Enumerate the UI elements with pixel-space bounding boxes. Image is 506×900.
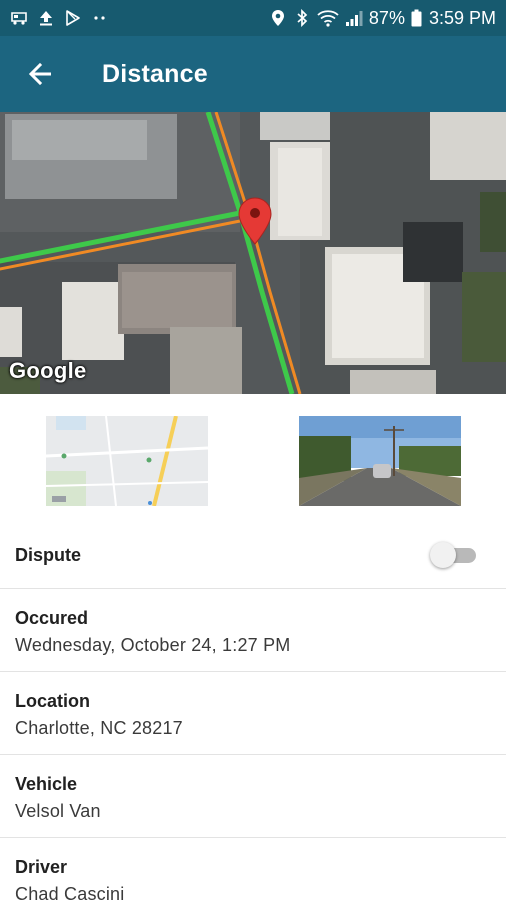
vehicle-value: Velsol Van xyxy=(15,801,101,821)
battery-percent: 87% xyxy=(368,7,405,28)
signal-icon xyxy=(345,9,363,27)
status-left-icons xyxy=(10,9,109,27)
more-dots-icon xyxy=(91,9,109,27)
location-value: Charlotte, NC 28217 xyxy=(15,718,183,738)
wifi-icon xyxy=(317,9,339,27)
map-imagery xyxy=(0,112,506,394)
arrow-left-icon xyxy=(28,63,52,85)
thumbnail-strip xyxy=(0,394,506,522)
dispute-row: Dispute xyxy=(0,522,506,589)
driver-label: Driver xyxy=(15,857,68,877)
driver-row: Driver Chad Cascini xyxy=(0,838,506,900)
dispute-toggle[interactable] xyxy=(430,541,478,569)
vehicle-label: Vehicle xyxy=(15,774,78,794)
battery-icon xyxy=(411,9,423,27)
street-photo-thumbnail[interactable] xyxy=(299,416,461,506)
vehicle-row: Vehicle Velsol Van xyxy=(0,755,506,838)
occured-row: Occured Wednesday, October 24, 1:27 PM xyxy=(0,589,506,672)
location-label: Location xyxy=(15,691,90,711)
status-bar: 87% 3:59 PM xyxy=(0,0,506,36)
page-title: Distance xyxy=(102,59,208,88)
back-button[interactable] xyxy=(0,36,80,112)
toggle-thumb xyxy=(430,542,456,568)
occured-value: Wednesday, October 24, 1:27 PM xyxy=(15,635,291,655)
map-thumbnail[interactable] xyxy=(46,416,208,506)
google-attribution: Google xyxy=(9,358,87,383)
upload-icon xyxy=(37,9,55,27)
location-icon xyxy=(269,9,287,27)
location-row: Location Charlotte, NC 28217 xyxy=(0,672,506,755)
driver-value: Chad Cascini xyxy=(15,884,125,900)
car-notification-icon xyxy=(10,9,28,27)
status-right: 87% 3:59 PM xyxy=(269,8,496,29)
app-bar: Distance xyxy=(0,36,506,112)
clock: 3:59 PM xyxy=(428,7,496,28)
dispute-label: Dispute xyxy=(15,544,82,565)
play-store-icon xyxy=(64,9,82,27)
occured-label: Occured xyxy=(15,608,89,628)
bluetooth-icon xyxy=(293,9,311,27)
satellite-map[interactable]: Google xyxy=(0,112,506,394)
